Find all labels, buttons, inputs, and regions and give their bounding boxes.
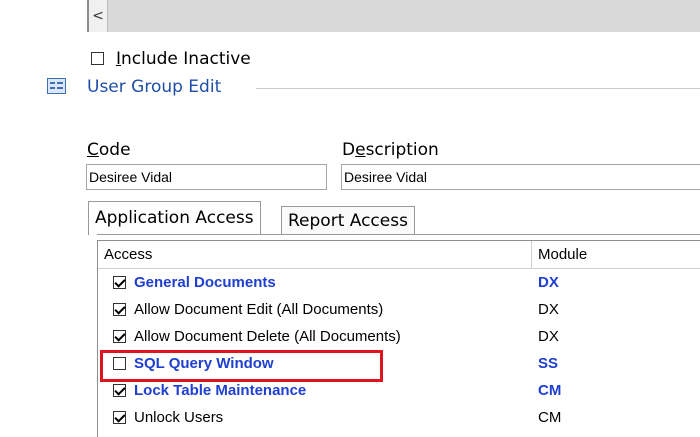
include-inactive-checkbox[interactable] (91, 52, 104, 65)
access-checkbox[interactable] (113, 303, 126, 316)
module-cell: CM (538, 409, 562, 426)
access-grid: Access Module General Documents DX Allow D… (97, 240, 700, 437)
module-cell: SS (538, 355, 559, 372)
module-cell: CM (538, 382, 562, 399)
access-checkbox[interactable] (113, 276, 126, 289)
scroll-left-button[interactable]: < (89, 0, 108, 32)
group-divider (256, 88, 700, 89)
table-row[interactable]: General Documents DX (98, 269, 700, 296)
code-field[interactable]: Desiree Vidal (86, 164, 327, 190)
access-checkbox[interactable] (113, 330, 126, 343)
description-field[interactable]: Desiree Vidal (341, 164, 700, 190)
tab-report-access[interactable]: Report Access (281, 206, 415, 235)
column-header-access[interactable]: Access (98, 241, 532, 268)
horizontal-scrollbar[interactable]: < (87, 0, 700, 32)
access-cell: General Documents (134, 274, 276, 291)
tab-panel-border (97, 234, 700, 235)
description-label: Description (342, 140, 439, 160)
form-icon (47, 78, 66, 94)
code-label: Code (87, 140, 131, 160)
column-header-module[interactable]: Module (532, 241, 700, 268)
table-row[interactable]: Allow Document Delete (All Documents) DX (98, 323, 700, 350)
module-cell: DX (538, 301, 559, 318)
grid-header: Access Module (98, 241, 700, 269)
access-cell: Allow Document Edit (All Documents) (134, 301, 384, 318)
access-cell: Unlock Users (134, 409, 224, 426)
module-cell: DX (538, 328, 559, 345)
table-row[interactable]: Allow Document Edit (All Documents) DX (98, 296, 700, 323)
highlight-box (100, 350, 383, 382)
group-title: User Group Edit (87, 77, 222, 97)
include-inactive-label: Include Inactive (116, 49, 251, 69)
tab-application-access[interactable]: Application Access (88, 201, 261, 235)
table-row[interactable]: Unlock Users CM (98, 404, 700, 431)
access-cell: Allow Document Delete (All Documents) (134, 328, 401, 345)
scrollbar-track[interactable] (87, 0, 700, 32)
access-checkbox[interactable] (113, 411, 126, 424)
module-cell: DX (538, 274, 559, 291)
access-checkbox[interactable] (113, 384, 126, 397)
